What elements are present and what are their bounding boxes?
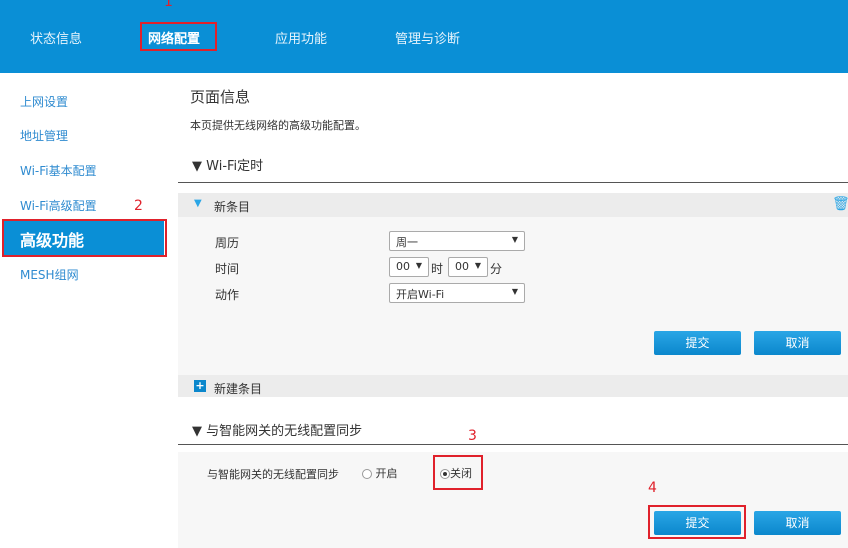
hour-value: 00: [396, 260, 410, 273]
annotation-1: 1: [164, 0, 173, 10]
annotation-3: 3: [468, 428, 477, 444]
hour-select[interactable]: 00 ▼: [389, 257, 429, 277]
minute-select[interactable]: 00 ▼: [448, 257, 488, 277]
dropdown-arrow-icon: ▼: [415, 261, 422, 270]
minute-value: 00: [455, 260, 469, 273]
wifi-timer-section-toggle[interactable]: ▼ Wi-Fi定时: [192, 155, 263, 174]
timer-submit-button[interactable]: 提交: [654, 331, 741, 355]
page-description: 本页提供无线网络的高级功能配置。: [190, 119, 366, 132]
nav-status-info[interactable]: 状态信息: [30, 28, 82, 47]
annotation-box-2: [2, 219, 167, 257]
plus-icon[interactable]: +: [194, 380, 206, 392]
minute-unit: 分: [490, 262, 503, 276]
nav-app-functions[interactable]: 应用功能: [275, 28, 327, 47]
action-value: 开启Wi-Fi: [396, 288, 445, 301]
dropdown-arrow-icon: ▼: [511, 235, 518, 244]
radio-on[interactable]: [362, 469, 372, 479]
radio-on-label: 开启: [375, 467, 398, 480]
divider: [178, 182, 848, 183]
divider: [178, 444, 848, 445]
dropdown-arrow-icon: ▼: [511, 287, 518, 296]
collapse-triangle-icon: ▼: [192, 159, 207, 174]
sync-on-option[interactable]: 开启: [362, 465, 398, 481]
timer-cancel-button[interactable]: 取消: [754, 331, 841, 355]
entry-title: 新条目: [214, 200, 251, 214]
sync-title: 与智能网关的无线配置同步: [206, 424, 363, 439]
sync-section-toggle[interactable]: ▼ 与智能网关的无线配置同步: [192, 420, 362, 439]
action-select[interactable]: 开启Wi-Fi ▼: [389, 283, 525, 303]
annotation-box-4: [648, 505, 746, 539]
new-entry-bar: [178, 375, 848, 397]
time-label: 时间: [215, 262, 240, 276]
hour-unit: 时: [431, 262, 444, 276]
sidebar-item-mesh[interactable]: MESH组网: [20, 266, 79, 283]
calendar-select[interactable]: 周一 ▼: [389, 231, 525, 251]
annotation-2: 2: [134, 198, 143, 214]
page-title: 页面信息: [190, 88, 251, 106]
wifi-timer-title: Wi-Fi定时: [206, 159, 264, 174]
annotation-box-3: [433, 455, 483, 490]
calendar-label: 周历: [215, 236, 240, 250]
action-label: 动作: [215, 288, 240, 302]
sidebar-item-address[interactable]: 地址管理: [20, 127, 68, 144]
sync-label: 与智能网关的无线配置同步: [207, 468, 339, 481]
calendar-value: 周一: [396, 236, 418, 249]
annotation-4: 4: [648, 480, 657, 496]
sync-cancel-button[interactable]: 取消: [754, 511, 841, 535]
sidebar-item-wifi-basic[interactable]: Wi-Fi基本配置: [20, 162, 97, 179]
trash-icon[interactable]: 🗑: [832, 196, 848, 212]
nav-management-diagnostics[interactable]: 管理与诊断: [395, 28, 460, 47]
new-entry-button[interactable]: 新建条目: [214, 380, 262, 397]
sidebar-item-internet[interactable]: 上网设置: [20, 93, 68, 110]
collapse-triangle-icon: ▼: [192, 424, 207, 439]
sidebar-item-wifi-advanced[interactable]: Wi-Fi高级配置: [20, 197, 97, 214]
entry-header: [178, 193, 848, 217]
expand-triangle-icon[interactable]: ▼: [194, 198, 202, 209]
dropdown-arrow-icon: ▼: [474, 261, 481, 270]
annotation-box-1: [140, 22, 217, 51]
